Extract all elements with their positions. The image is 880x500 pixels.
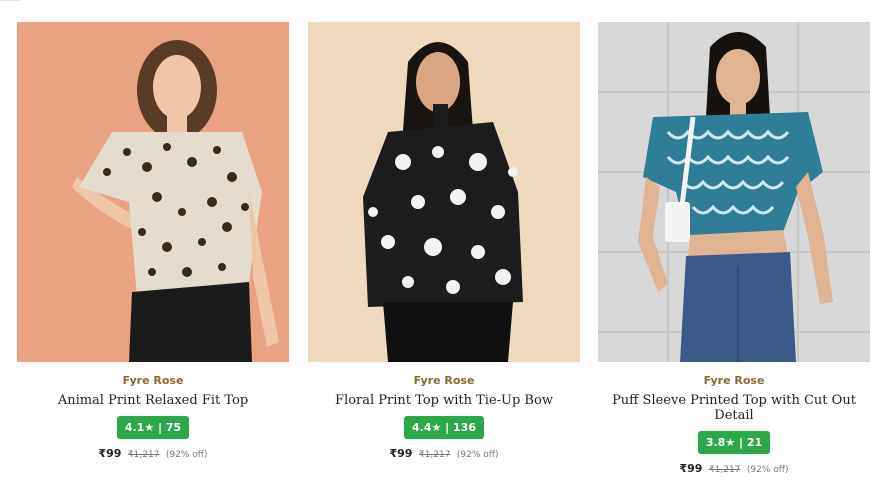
rating-badge: 4.4★ | 136 bbox=[404, 416, 484, 439]
product-title[interactable]: Floral Print Top with Tie-Up Bow bbox=[308, 393, 580, 408]
price-row: ₹99 ₹1,217 (92% off) bbox=[308, 447, 580, 460]
divider bbox=[0, 0, 20, 1]
rating-badge: 4.1★ | 75 bbox=[116, 416, 190, 439]
product-price: ₹99 bbox=[679, 462, 703, 475]
product-card[interactable]: Fyre Rose Animal Print Relaxed Fit Top 4… bbox=[17, 22, 289, 460]
product-image[interactable] bbox=[598, 22, 870, 362]
product-image[interactable] bbox=[17, 22, 289, 362]
price-row: ₹99 ₹1,217 (92% off) bbox=[17, 447, 289, 460]
product-mrp: ₹1,217 bbox=[708, 465, 741, 475]
product-price: ₹99 bbox=[389, 447, 413, 460]
product-image[interactable] bbox=[308, 22, 580, 362]
product-title[interactable]: Animal Print Relaxed Fit Top bbox=[17, 393, 289, 408]
product-brand: Fyre Rose bbox=[413, 374, 475, 387]
product-discount: (92% off) bbox=[746, 465, 789, 475]
rating-badge: 3.8★ | 21 bbox=[697, 431, 771, 454]
product-title[interactable]: Puff Sleeve Printed Top with Cut Out Det… bbox=[598, 393, 870, 423]
product-mrp: ₹1,217 bbox=[127, 450, 160, 460]
product-mrp: ₹1,217 bbox=[418, 450, 451, 460]
product-brand: Fyre Rose bbox=[122, 374, 184, 387]
product-discount: (92% off) bbox=[456, 450, 499, 460]
product-brand: Fyre Rose bbox=[703, 374, 765, 387]
product-price: ₹99 bbox=[98, 447, 122, 460]
product-card[interactable]: Fyre Rose Floral Print Top with Tie-Up B… bbox=[308, 22, 580, 460]
product-card[interactable]: Fyre Rose Puff Sleeve Printed Top with C… bbox=[598, 22, 870, 475]
price-row: ₹99 ₹1,217 (92% off) bbox=[598, 462, 870, 475]
product-discount: (92% off) bbox=[165, 450, 208, 460]
